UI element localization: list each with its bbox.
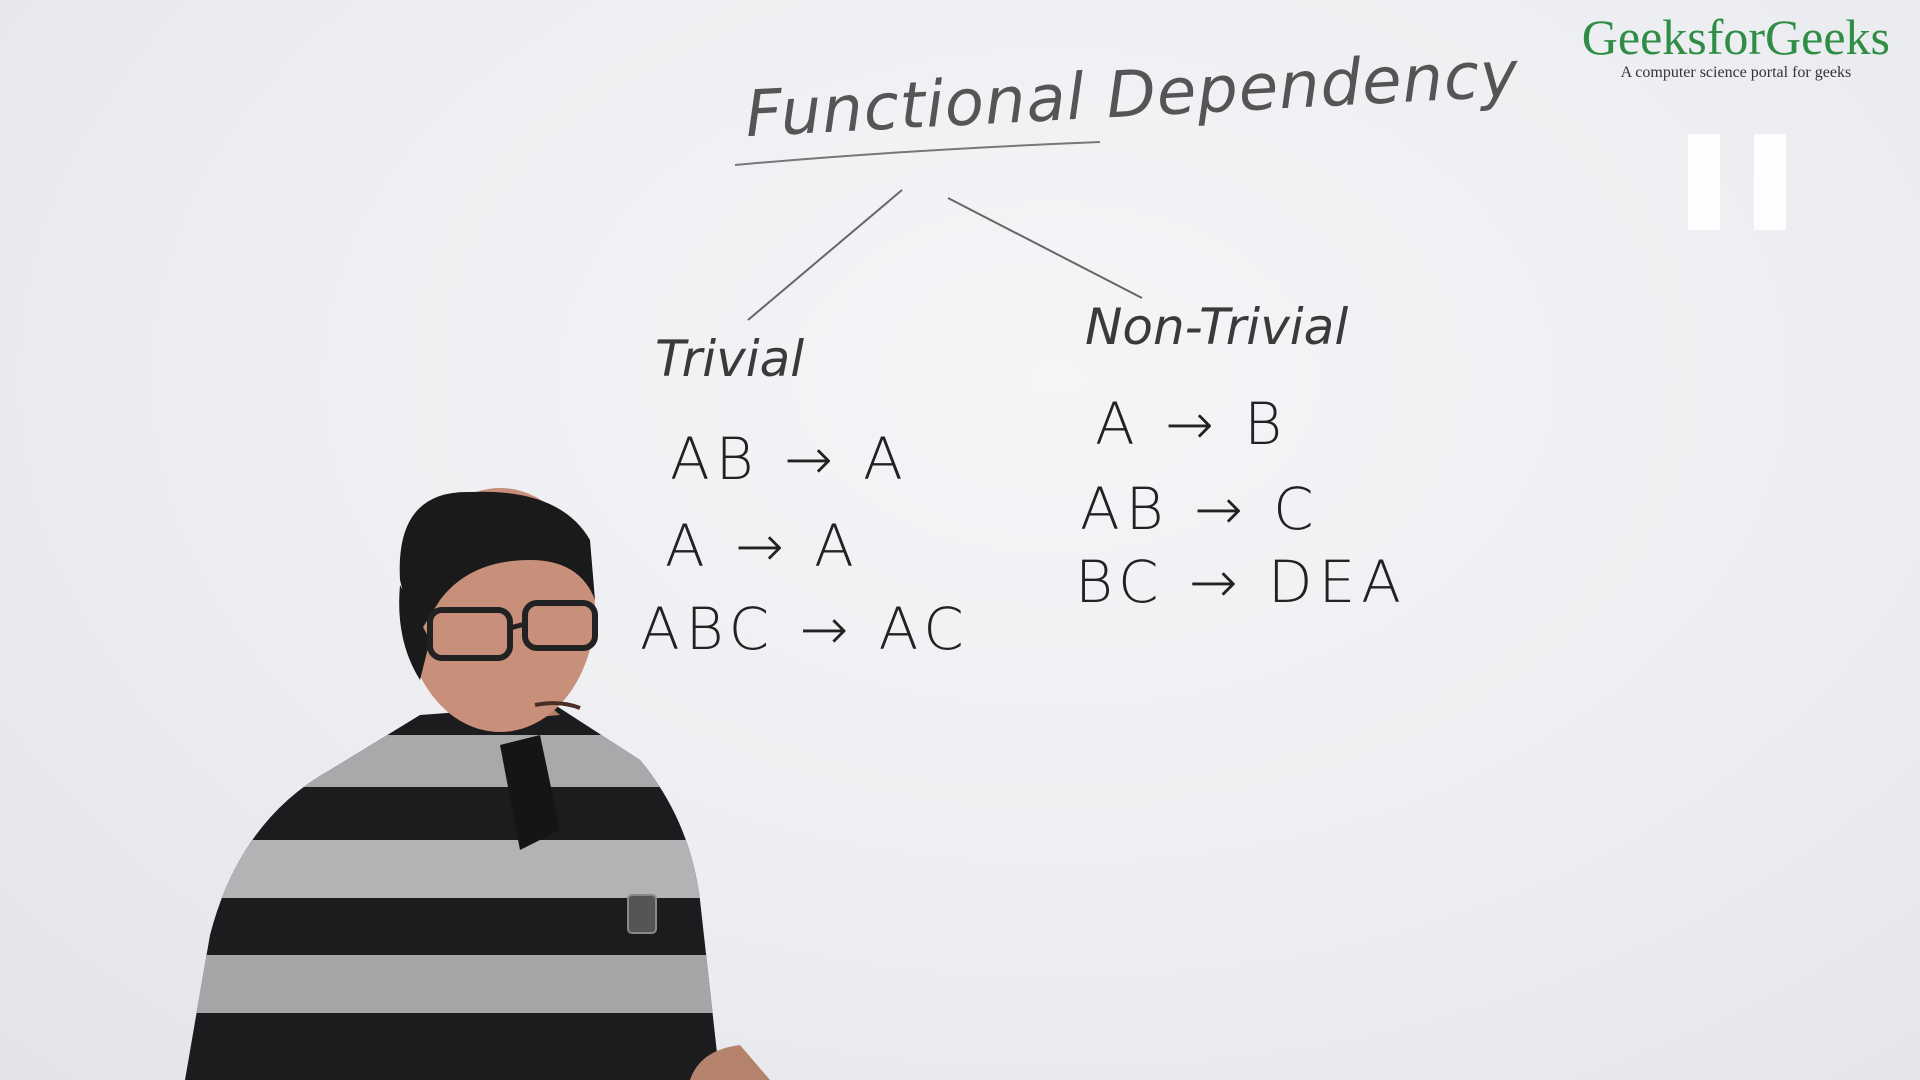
- logo-tagline: A computer science portal for geeks: [1620, 64, 1852, 81]
- geeksforgeeks-logo: GeeksforGeeks A computer science portal …: [1582, 12, 1890, 82]
- pause-bar: [1754, 134, 1786, 230]
- pause-bar: [1688, 134, 1720, 230]
- presenter: [185, 488, 770, 1080]
- logo-name: GeeksforGeeks: [1581, 9, 1890, 65]
- pause-icon[interactable]: [1688, 134, 1788, 230]
